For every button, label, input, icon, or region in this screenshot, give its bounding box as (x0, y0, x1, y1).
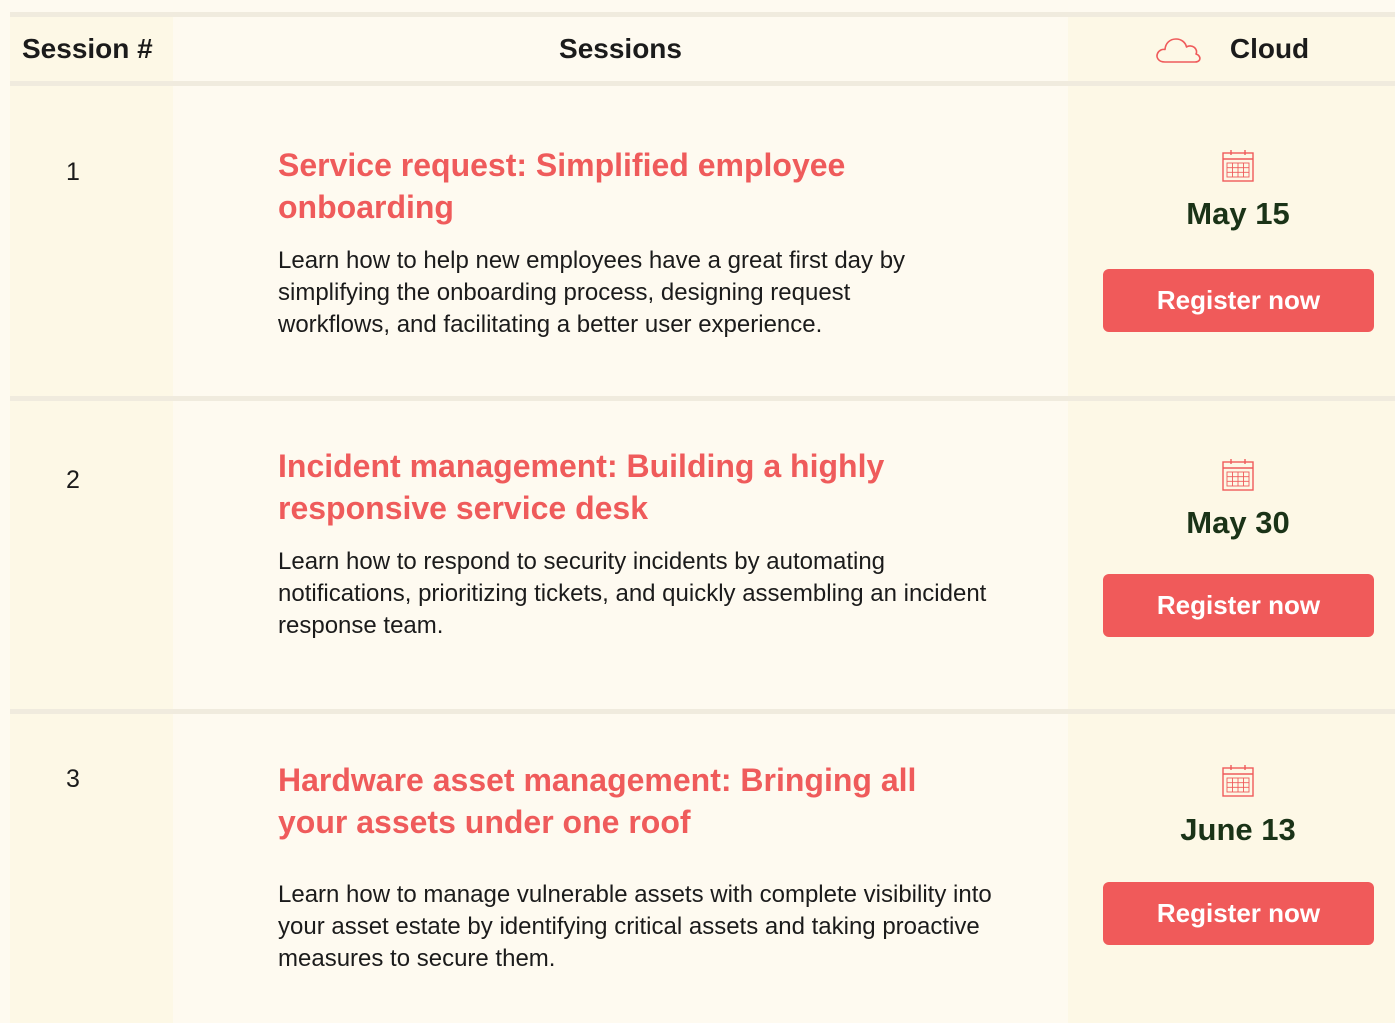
calendar-icon (1222, 150, 1254, 182)
session-date: May 15 (1186, 196, 1290, 231)
session-date: June 13 (1180, 812, 1296, 847)
register-now-button[interactable]: Register now (1103, 269, 1374, 332)
session-number: 1 (66, 158, 80, 186)
divider (10, 396, 1395, 401)
session-description: Learn how to help new employees have a g… (278, 247, 906, 338)
divider (10, 81, 1395, 86)
session-title: Hardware asset management: Bringing all … (278, 762, 917, 840)
divider (10, 709, 1395, 714)
header-cloud: Cloud (1068, 17, 1395, 81)
cloud-icon (1154, 33, 1202, 65)
session-description: Learn how to manage vulnerable assets wi… (278, 881, 992, 972)
session-title: Incident management: Building a highly r… (278, 448, 885, 526)
session-number: 2 (66, 466, 80, 494)
session-number-column (10, 12, 173, 1023)
header-cloud-label: Cloud (1229, 33, 1310, 64)
session-date: May 30 (1186, 505, 1290, 540)
register-now-button[interactable]: Register now (1103, 574, 1374, 637)
session-description: Learn how to respond to security inciden… (278, 548, 987, 639)
calendar-icon (1222, 765, 1254, 797)
sessions-table: Session # Sessions Cloud 1 Service reque… (0, 0, 1395, 1023)
session-title: Service request: Simplified employee onb… (278, 147, 846, 225)
header-session-number: Session # (22, 33, 153, 64)
table-header: Session # Sessions Cloud (10, 17, 1395, 81)
header-sessions: Sessions (559, 33, 682, 64)
session-number: 3 (66, 765, 80, 793)
calendar-icon (1222, 459, 1254, 491)
register-now-button[interactable]: Register now (1103, 882, 1374, 945)
